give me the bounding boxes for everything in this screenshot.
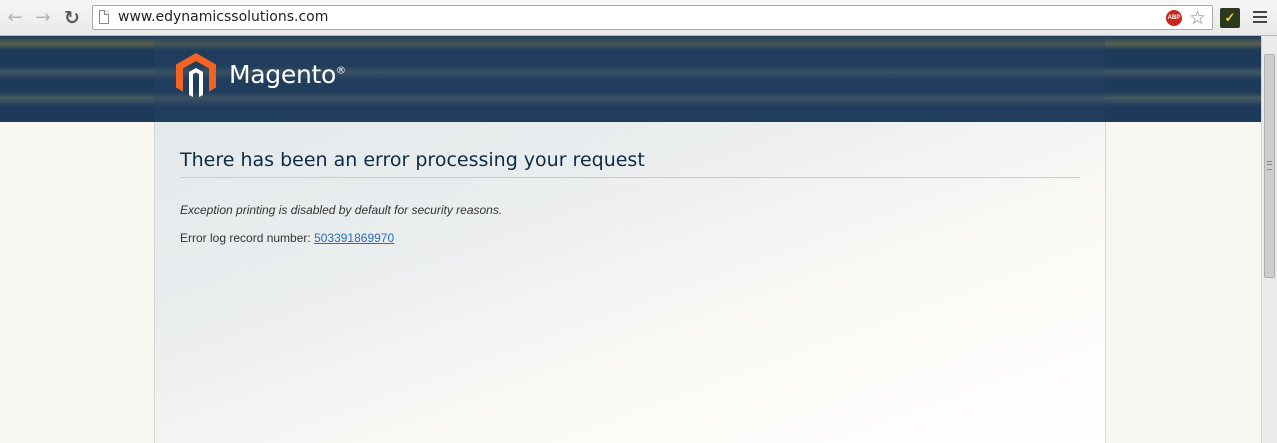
address-bar[interactable]: www.edynamicssolutions.com ABP ☆ bbox=[92, 5, 1213, 30]
scrollbar-grip-icon bbox=[1267, 161, 1272, 170]
exception-note: Exception printing is disabled by defaul… bbox=[180, 203, 503, 217]
error-log-line: Error log record number: 503391869970 bbox=[180, 231, 394, 245]
page-viewport: Magento® There has been an error process… bbox=[0, 36, 1261, 443]
reload-icon[interactable]: ↻ bbox=[62, 8, 82, 28]
error-log-link[interactable]: 503391869970 bbox=[314, 231, 394, 245]
forward-arrow-icon[interactable]: → bbox=[33, 8, 53, 28]
adblock-icon[interactable]: ABP bbox=[1166, 10, 1182, 26]
url-text[interactable]: www.edynamicssolutions.com bbox=[118, 9, 328, 25]
logo-wordmark: Magento bbox=[229, 60, 336, 89]
menu-icon[interactable] bbox=[1253, 8, 1267, 28]
magento-logo-icon bbox=[176, 53, 216, 97]
page-icon bbox=[99, 10, 109, 24]
bookmark-star-icon[interactable]: ☆ bbox=[1189, 7, 1206, 29]
vertical-scrollbar[interactable] bbox=[1261, 36, 1277, 443]
extension-icon[interactable]: ✓ bbox=[1220, 8, 1240, 28]
browser-toolbar: ← → ↻ www.edynamicssolutions.com ABP ☆ ✓ bbox=[0, 0, 1277, 36]
error-panel: There has been an error processing your … bbox=[154, 122, 1106, 443]
back-arrow-icon[interactable]: ← bbox=[5, 8, 25, 28]
page-title: There has been an error processing your … bbox=[180, 149, 1080, 178]
logo-text[interactable]: Magento® bbox=[229, 60, 346, 89]
registered-mark: ® bbox=[335, 65, 346, 77]
error-log-label: Error log record number: bbox=[180, 231, 311, 245]
scrollbar-thumb[interactable] bbox=[1264, 54, 1275, 278]
site-header: Magento® bbox=[0, 36, 1261, 122]
